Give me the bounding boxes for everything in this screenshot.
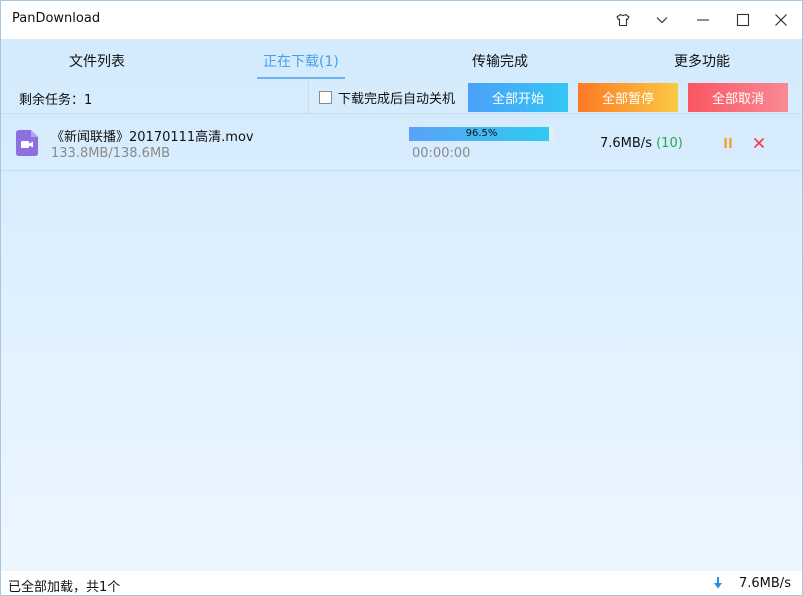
status-speed: 7.6MB/s [739, 576, 791, 591]
tab-more-features[interactable]: 更多功能 [674, 51, 730, 71]
progress-bar: 96.5% [409, 127, 554, 141]
auto-shutdown-label: 下载完成后自动关机 [338, 91, 456, 107]
download-row[interactable]: 《新闻联播》20170111高清.mov 133.8MB/138.6MB 96.… [1, 115, 802, 171]
tab-completed[interactable]: 传输完成 [472, 51, 528, 71]
cancel-icon[interactable] [752, 135, 766, 151]
minimize-icon[interactable] [688, 7, 718, 33]
connection-count: (10) [656, 136, 683, 151]
app-title: PanDownload [12, 11, 101, 26]
tab-downloading[interactable]: 正在下载(1) [263, 51, 339, 71]
tab-bar: 文件列表 正在下载(1) 传输完成 更多功能 [1, 39, 802, 81]
chevron-down-icon[interactable] [647, 7, 677, 33]
remaining-time: 00:00:00 [412, 146, 471, 161]
download-arrow-icon [712, 576, 724, 590]
file-size: 133.8MB/138.6MB [51, 146, 171, 161]
close-icon[interactable] [766, 7, 796, 33]
video-file-icon [16, 130, 38, 156]
progress-label: 96.5% [465, 128, 498, 139]
pause-icon[interactable] [721, 135, 735, 151]
file-name: 《新闻联播》20170111高清.mov [51, 130, 254, 145]
download-speed: 7.6MB/s (10) [600, 136, 683, 151]
auto-shutdown-checkbox[interactable] [319, 90, 332, 104]
toolbar: 剩余任务：1 下载完成后自动关机 全部开始 全部暂停 全部取消 [1, 81, 802, 114]
auto-shutdown-option[interactable]: 下载完成后自动关机 [308, 81, 455, 113]
start-all-button[interactable]: 全部开始 [468, 83, 568, 112]
remaining-tasks: 剩余任务：1 [19, 93, 93, 108]
active-tab-indicator [257, 77, 345, 79]
app-window: PanDownload 文件列表 正在下载(1) 传输完成 更多功能 剩余任务：… [0, 0, 803, 596]
shirt-icon[interactable] [608, 7, 638, 33]
tab-file-list[interactable]: 文件列表 [69, 51, 125, 71]
status-text: 已全部加载，共1个 [8, 580, 121, 595]
maximize-icon[interactable] [728, 7, 758, 33]
cancel-all-button[interactable]: 全部取消 [688, 83, 788, 112]
speed-value: 7.6MB/s [600, 136, 652, 151]
title-bar: PanDownload [1, 1, 802, 39]
status-bar: 已全部加载，共1个 7.6MB/s [1, 571, 802, 595]
pause-all-button[interactable]: 全部暂停 [578, 83, 678, 112]
